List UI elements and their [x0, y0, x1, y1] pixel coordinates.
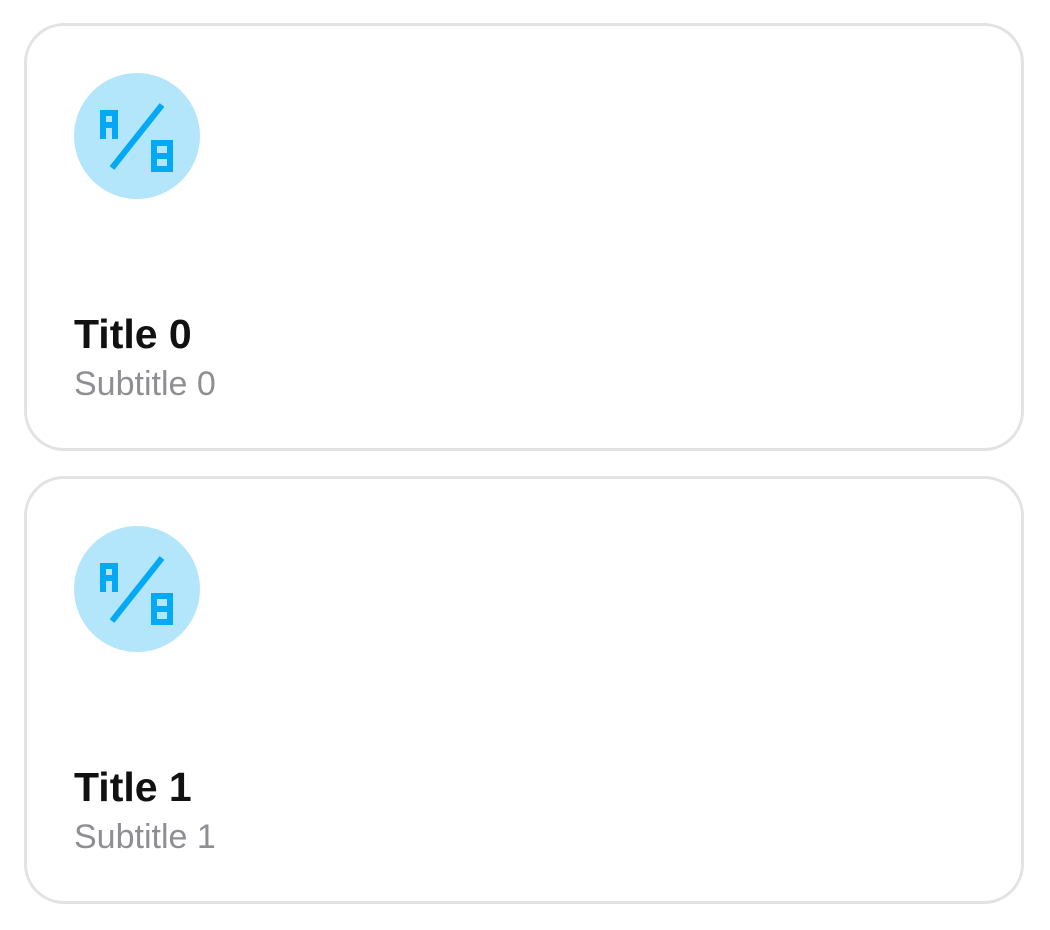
ab-test-icon — [74, 526, 200, 652]
card-subtitle: Subtitle 1 — [74, 818, 216, 856]
list-card[interactable]: Title 0 Subtitle 0 — [24, 23, 1024, 451]
card-title: Title 1 — [74, 764, 192, 810]
card-title: Title 0 — [74, 311, 192, 357]
card-list: Title 0 Subtitle 0 Title 1 Subtitle 1 — [0, 0, 1050, 930]
card-subtitle: Subtitle 0 — [74, 365, 216, 403]
list-card[interactable]: Title 1 Subtitle 1 — [24, 476, 1024, 904]
ab-test-icon — [74, 73, 200, 199]
